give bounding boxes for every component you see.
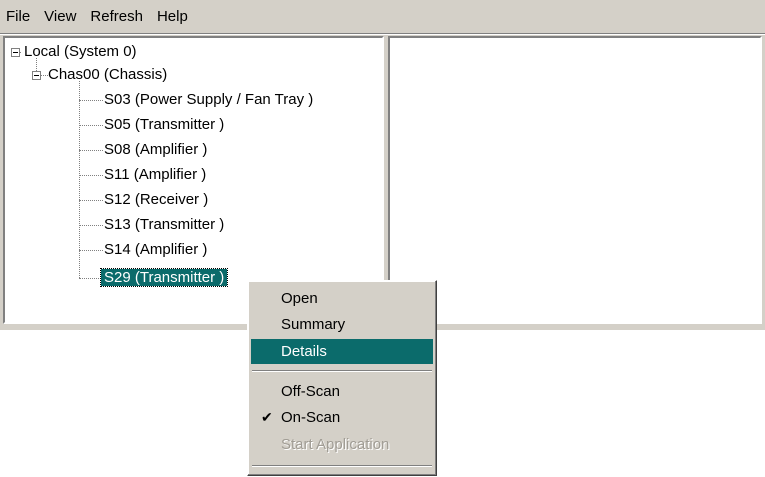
tree-connector bbox=[79, 225, 103, 226]
detail-pane bbox=[388, 36, 762, 324]
tree-node-slot-label[interactable]: S05 (Transmitter ) bbox=[101, 116, 227, 133]
context-menu-separator bbox=[252, 465, 432, 467]
tree-connector bbox=[79, 125, 103, 126]
tree-connector bbox=[79, 278, 103, 279]
menu-view[interactable]: View bbox=[44, 8, 76, 25]
tree-node-slot-label[interactable]: S14 (Amplifier ) bbox=[101, 241, 210, 258]
tree-node-slot-label[interactable]: S08 (Amplifier ) bbox=[101, 141, 210, 158]
tree-node-slot-label[interactable]: S03 (Power Supply / Fan Tray ) bbox=[101, 91, 316, 108]
tree-node-slot-label[interactable]: S11 (Amplifier ) bbox=[101, 166, 209, 183]
tree-node-slot[interactable]: S13 (Transmitter ) bbox=[101, 214, 227, 236]
tree-node-chassis[interactable]: Chas00 (Chassis) bbox=[45, 64, 170, 86]
tree-node-root[interactable]: Local (System 0) bbox=[21, 41, 140, 63]
tree-node-slot[interactable]: S08 (Amplifier ) bbox=[101, 139, 210, 161]
tree-connector bbox=[79, 100, 103, 101]
collapse-chassis-icon[interactable] bbox=[32, 71, 41, 80]
tree-node-slot[interactable]: S12 (Receiver ) bbox=[101, 189, 211, 211]
context-menu-open[interactable]: Open bbox=[251, 286, 433, 311]
tree-node-slot[interactable]: S03 (Power Supply / Fan Tray ) bbox=[101, 89, 316, 111]
tree-node-slot-label[interactable]: S12 (Receiver ) bbox=[101, 191, 211, 208]
context-menu-separator bbox=[252, 370, 432, 372]
tree-node-root-label[interactable]: Local (System 0) bbox=[21, 43, 140, 60]
tree-node-slot-selected-label[interactable]: S29 (Transmitter ) bbox=[99, 268, 229, 287]
collapse-root-icon[interactable] bbox=[11, 48, 20, 57]
tree-node-chassis-label[interactable]: Chas00 (Chassis) bbox=[45, 66, 170, 83]
tree-node-slot[interactable]: S05 (Transmitter ) bbox=[101, 114, 227, 136]
tree-connector bbox=[79, 150, 103, 151]
menu-file[interactable]: File bbox=[6, 8, 30, 25]
tree-connector bbox=[79, 200, 103, 201]
tree-connector bbox=[79, 175, 103, 176]
menu-bar-divider bbox=[0, 33, 765, 35]
context-menu-summary[interactable]: Summary bbox=[251, 312, 433, 337]
menu-help[interactable]: Help bbox=[157, 8, 188, 25]
context-menu: Open Summary Details Off-Scan ✔ On-Scan … bbox=[247, 280, 437, 476]
context-menu-start-application: Start Application bbox=[281, 436, 390, 453]
tree-node-slot-selected[interactable]: S29 (Transmitter ) bbox=[99, 267, 229, 289]
context-menu-details[interactable]: Details bbox=[251, 339, 433, 364]
tree-node-slot-label[interactable]: S13 (Transmitter ) bbox=[101, 216, 227, 233]
menu-refresh[interactable]: Refresh bbox=[90, 8, 143, 25]
tree-connector bbox=[79, 250, 103, 251]
context-menu-on-scan[interactable]: ✔ On-Scan bbox=[251, 405, 433, 430]
context-menu-on-scan-label: On-Scan bbox=[281, 409, 341, 426]
context-menu-off-scan[interactable]: Off-Scan bbox=[251, 379, 433, 404]
tree-node-slot[interactable]: S14 (Amplifier ) bbox=[101, 239, 210, 261]
menu-bar: File View Refresh Help bbox=[0, 0, 765, 33]
checkmark-icon: ✔ bbox=[261, 409, 273, 425]
tree-node-slot[interactable]: S11 (Amplifier ) bbox=[101, 164, 209, 186]
tree-connector bbox=[79, 81, 80, 278]
